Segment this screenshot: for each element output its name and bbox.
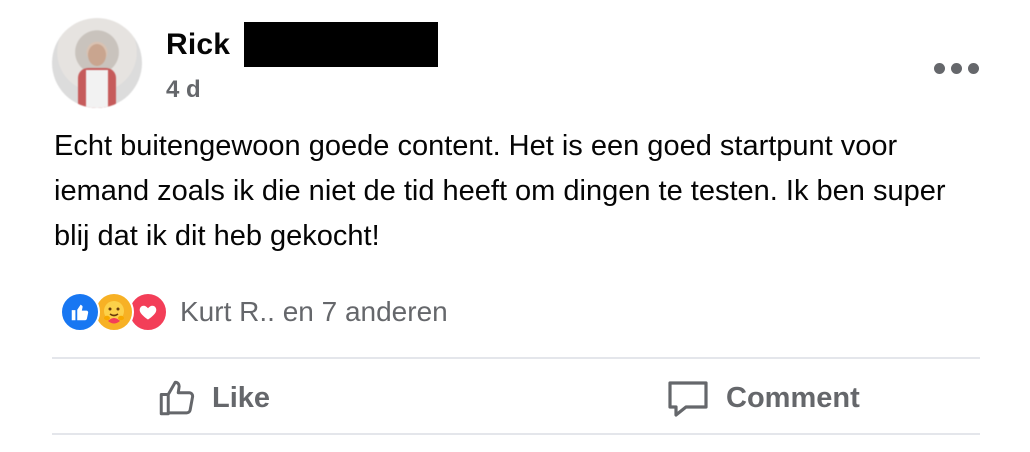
love-reaction-icon: [128, 292, 168, 332]
thumbs-up-icon: [159, 380, 195, 416]
post-body: Echt buitengewoon goede content. Het is …: [54, 130, 946, 252]
comment-icon: [668, 381, 708, 417]
like-button[interactable]: Like: [156, 372, 270, 424]
divider-bottom: [52, 433, 980, 435]
author-name[interactable]: Rick: [166, 28, 230, 62]
comment-button[interactable]: Comment: [664, 372, 860, 424]
like-reaction-icon: [60, 292, 100, 332]
post-timestamp[interactable]: 4 d: [166, 76, 201, 104]
reactions-summary-text[interactable]: Kurt R.. en 7 anderen: [180, 296, 448, 328]
like-label: Like: [212, 381, 271, 414]
more-options-icon[interactable]: [934, 57, 982, 79]
avatar[interactable]: [52, 18, 142, 108]
reactions-summary[interactable]: Kurt R.. en 7 anderen: [60, 292, 448, 332]
comment-label: Comment: [726, 381, 860, 414]
divider-top: [52, 357, 980, 359]
redaction-bar: [244, 22, 438, 67]
care-reaction-icon: [94, 292, 134, 332]
